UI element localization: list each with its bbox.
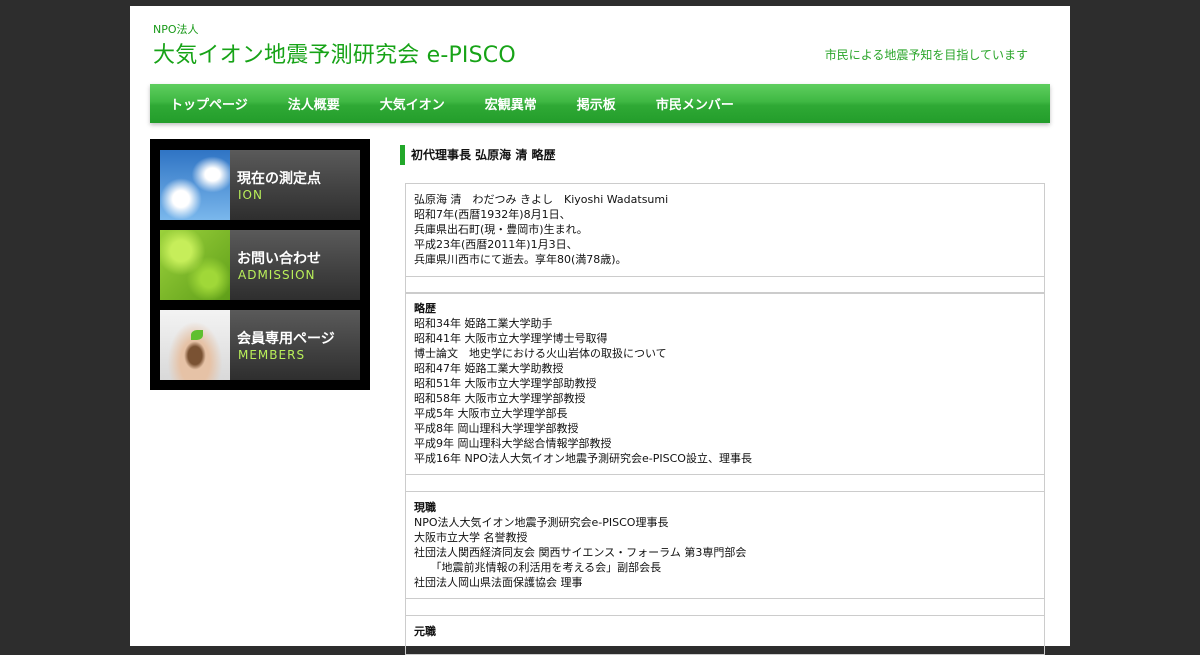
current-line: 社団法人岡山県法面保護協会 理事	[414, 576, 583, 589]
site-tagline: 市民による地震予知を目指しています	[824, 48, 1028, 62]
main-nav: トップページ 法人概要 大気イオン 宏観異常 掲示板 市民メンバー	[150, 84, 1050, 123]
banner-label: お問い合わせ	[237, 251, 321, 267]
career-line: 昭和51年 大阪市立大学理学部助教授	[414, 377, 597, 390]
nav-item-top[interactable]: トップページ	[170, 94, 248, 113]
measurement-banner[interactable]: 現在の測定点 ION	[160, 150, 360, 220]
banner-label: 会員専用ページ	[237, 331, 335, 347]
career-line: 平成8年 岡山理科大学理学部教授	[414, 422, 579, 435]
page-container: NPO法人 大気イオン地震予測研究会 e-PISCO 市民による地震予知を目指し…	[130, 6, 1070, 655]
leaves-photo	[160, 230, 230, 300]
profile-line: 兵庫県出石町(現・豊岡市)生まれ。	[414, 223, 588, 236]
nav-item-about[interactable]: 法人概要	[288, 94, 340, 113]
career-line: 博士論文 地史学における火山岩体の取扱について	[414, 347, 667, 360]
former-position-box: 元職	[405, 615, 1045, 655]
site-title[interactable]: 大気イオン地震予測研究会 e-PISCO	[153, 37, 516, 69]
current-position-box: 現職 NPO法人大気イオン地震予測研究会e-PISCO理事長 大阪市立大学 名誉…	[405, 491, 1045, 599]
career-box: 略歴 昭和34年 姫路工業大学助手 昭和41年 大阪市立大学理学博士号取得 博士…	[405, 292, 1045, 475]
sidebar: 現在の測定点 ION お問い合わせ ADMISSION 会員専用ページ MEMB…	[150, 139, 370, 390]
former-heading: 元職	[414, 625, 436, 638]
current-line: 社団法人関西経済同友会 関西サイエンス・フォーラム 第3専門部会	[414, 546, 747, 559]
banner-sublabel: MEMBERS	[238, 348, 306, 362]
contact-banner[interactable]: お問い合わせ ADMISSION	[160, 230, 360, 300]
career-line: 昭和58年 大阪市立大学理学部教授	[414, 392, 586, 405]
sprout-icon	[191, 330, 203, 340]
nav-item-members[interactable]: 市民メンバー	[656, 94, 734, 113]
npo-label: NPO法人	[153, 23, 199, 36]
career-line: 平成9年 岡山理科大学総合情報学部教授	[414, 437, 612, 450]
banner-sublabel: ADMISSION	[238, 268, 316, 282]
spacer-row	[405, 474, 1045, 492]
career-heading: 略歴	[414, 302, 436, 315]
career-line: 平成5年 大阪市立大学理学部長	[414, 407, 568, 420]
banner-sublabel: ION	[238, 188, 263, 202]
career-line: 昭和41年 大阪市立大学理学博士号取得	[414, 332, 608, 345]
profile-line: 昭和7年(西暦1932年)8月1日、	[414, 208, 571, 221]
nav-item-atmospheric-ion[interactable]: 大気イオン	[380, 94, 445, 113]
sky-photo	[160, 150, 230, 220]
career-line: 平成16年 NPO法人大気イオン地震予測研究会e-PISCO設立、理事長	[414, 452, 752, 465]
career-line: 昭和47年 姫路工業大学助教授	[414, 362, 564, 375]
nav-item-macro-anomaly[interactable]: 宏観異常	[485, 94, 537, 113]
profile-line: 弘原海 清 わだつみ きよし Kiyoshi Wadatsumi	[414, 193, 669, 206]
profile-box: 弘原海 清 わだつみ きよし Kiyoshi Wadatsumi 昭和7年(西暦…	[405, 183, 1045, 277]
current-heading: 現職	[414, 501, 436, 514]
profile-line: 平成23年(西暦2011年)1月3日、	[414, 238, 578, 251]
content-title: 初代理事長 弘原海 清 略歴	[400, 145, 556, 165]
hands-sprout-photo	[160, 310, 230, 380]
profile-line: 兵庫県川西市にて逝去。享年80(満78歳)。	[414, 253, 627, 266]
banner-label: 現在の測定点	[237, 171, 321, 187]
career-line: 昭和34年 姫路工業大学助手	[414, 317, 553, 330]
current-line: 「地震前兆情報の利活用を考える会」副部会長	[414, 561, 662, 574]
current-line: NPO法人大気イオン地震予測研究会e-PISCO理事長	[414, 516, 669, 529]
current-line: 大阪市立大学 名誉教授	[414, 531, 528, 544]
nav-item-bbs[interactable]: 掲示板	[577, 94, 616, 113]
members-banner[interactable]: 会員専用ページ MEMBERS	[160, 310, 360, 380]
spacer-row	[405, 598, 1045, 616]
